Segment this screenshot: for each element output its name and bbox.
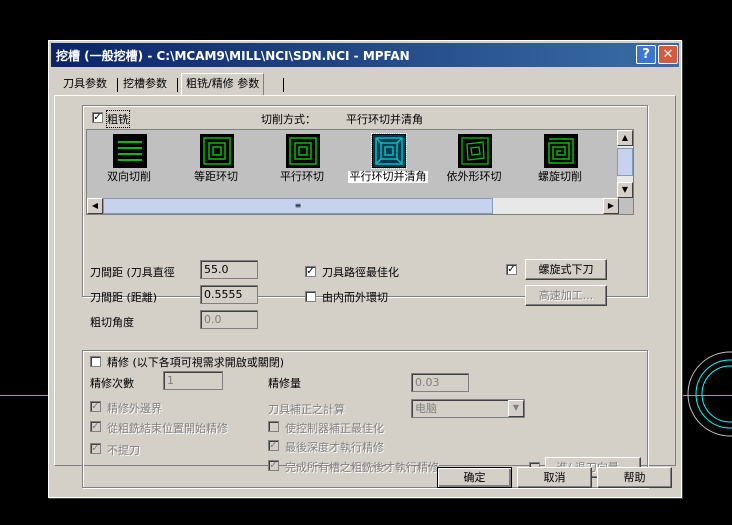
rough-angle-label: 粗切角度 [90,316,134,329]
dropdown-arrow-icon[interactable]: ▼ [508,400,524,417]
option-label: 双向切削 [107,170,151,183]
cancel-button[interactable]: 取消 [517,467,592,488]
horizontal-scroll-thumb[interactable]: ≡ [103,198,493,214]
no-lift-checkbox[interactable]: ✓ [90,443,101,454]
finish-checkbox[interactable] [90,356,101,367]
finish-outer-label[interactable]: 精修外邊界 [107,400,162,416]
final-depth-checkbox[interactable]: ✓ [268,440,279,451]
helix-entry-button[interactable]: 螺旋式下刀 [525,259,607,280]
final-depth-label[interactable]: 最後深度才執行精修 [285,439,384,455]
no-lift-label[interactable]: 不提刀 [107,442,140,458]
option-label: 平行环切 [280,170,324,183]
after-all-checkbox[interactable]: ✓ [268,460,279,471]
tab-tool-params[interactable]: 刀具参数 [63,75,107,93]
rough-angle-field[interactable]: 0.0 [200,310,258,329]
cut-method-label: 切削方式： [261,113,316,126]
option-label: 依外形环切 [446,170,502,183]
cutter-comp-select[interactable]: 电脑 ▼ [411,399,525,418]
option-morph-spiral[interactable]: 依外形环切 [434,130,514,200]
after-all-label[interactable]: 完成所有槽之粗銑後才執行精修 [285,459,439,475]
stepover-distance-label: 刀間距 (距離) [90,291,158,304]
option-label: 平行环切并清角 [348,170,428,183]
constant-overlap-spiral-icon [200,134,234,168]
stepover-diameter-label: 刀間距 (刀具直徑 [90,266,175,279]
scroll-left-icon[interactable]: ◀ [87,198,103,214]
list-vertical-scrollbar[interactable]: ▲ ▼ [617,130,633,198]
finish-label[interactable]: 精修 (以下各項可視需求開啟或關閉) [107,354,284,370]
option-label: 螺旋切削 [538,170,582,183]
cut-method-list[interactable]: 双向切削 等距环切 平行环切 平行环切并清角 依外形环切 螺旋切削 ▲ ▼ ◀ … [86,129,634,215]
scroll-down-icon[interactable]: ▼ [617,182,633,198]
tab-rough-finish-params[interactable]: 粗铣/精修 参数 [181,73,265,96]
tab-panel: ✓ 粗铣 切削方式： 平行环切并清角 双向切削 等距环切 平行环切 平行环切并清… [54,95,676,488]
tab-pocket-params[interactable]: 挖槽参数 [123,75,167,93]
window-title: 挖槽 (一般挖槽) - C:\MCAM9\MILL\NCI\SDN.NCI - … [56,49,410,63]
optimize-control-checkbox[interactable] [268,421,279,432]
from-rough-end-checkbox[interactable]: ✓ [90,421,101,432]
close-button[interactable]: ✕ [658,45,678,64]
pocket-dialog: 挖槽 (一般挖槽) - C:\MCAM9\MILL\NCI\SDN.NCI - … [48,40,682,498]
help-title-button[interactable]: ? [636,45,656,64]
high-speed-button[interactable]: 高速加工... [525,285,607,306]
tab-separator [283,78,284,92]
option-zigzag[interactable]: 双向切削 [89,130,169,200]
finish-stock-field[interactable]: 0.03 [411,373,469,392]
finish-passes-field[interactable]: 1 [163,371,223,390]
inside-out-checkbox[interactable] [305,291,316,302]
list-horizontal-scrollbar[interactable]: ◀ ≡ ▶ [87,198,619,214]
option-true-spiral[interactable]: 螺旋切削 [520,130,600,200]
morph-spiral-icon [458,134,492,168]
title-bar[interactable]: 挖槽 (一般挖槽) - C:\MCAM9\MILL\NCI\SDN.NCI - … [51,43,679,67]
scroll-up-icon[interactable]: ▲ [617,130,633,146]
tab-separator [117,78,118,92]
option-parallel-spiral-clean[interactable]: 平行环切并清角 [348,130,428,200]
parallel-spiral-icon [286,134,320,168]
finish-outer-checkbox[interactable]: ✓ [90,401,101,412]
true-spiral-icon [544,134,578,168]
minimize-toolburial-label[interactable]: 刀具路徑最佳化 [322,264,399,280]
stepover-diameter-field[interactable]: 55.0 [200,260,258,279]
zigzag-icon [113,134,147,168]
graphics-line-left [0,395,48,396]
help-button[interactable]: 帮助 [597,467,672,488]
parallel-spiral-clean-corners-icon [371,133,407,169]
rough-checkbox[interactable]: ✓ [92,112,103,123]
scroll-right-icon[interactable]: ▶ [603,198,619,214]
graphics-arc [687,351,732,437]
minimize-toolburial-checkbox[interactable]: ✓ [305,266,316,277]
rough-label[interactable]: 粗铣 [106,110,130,128]
helix-entry-checkbox[interactable]: ✓ [506,264,517,275]
optimize-control-label[interactable]: 使控制器補正最佳化 [285,420,384,436]
option-label: 等距环切 [194,170,238,183]
tab-separator [177,78,178,92]
vertical-scroll-thumb[interactable] [617,148,633,176]
inside-out-label[interactable]: 由内而外環切 [322,289,388,305]
option-constant-overlap[interactable]: 等距环切 [176,130,256,200]
cutter-comp-label: 刀具補正之計算 [268,403,345,416]
from-rough-end-label[interactable]: 從粗銑結束位置開始精修 [107,420,228,436]
option-parallel-spiral[interactable]: 平行环切 [262,130,342,200]
stepover-distance-field[interactable]: 0.5555 [200,285,258,304]
finish-stock-label: 精修量 [268,377,301,390]
ok-button[interactable]: 确定 [437,467,512,488]
cut-method-value: 平行环切并清角 [346,113,423,126]
finish-passes-label: 精修次數 [90,377,134,390]
cutter-comp-value: 电脑 [415,402,437,415]
